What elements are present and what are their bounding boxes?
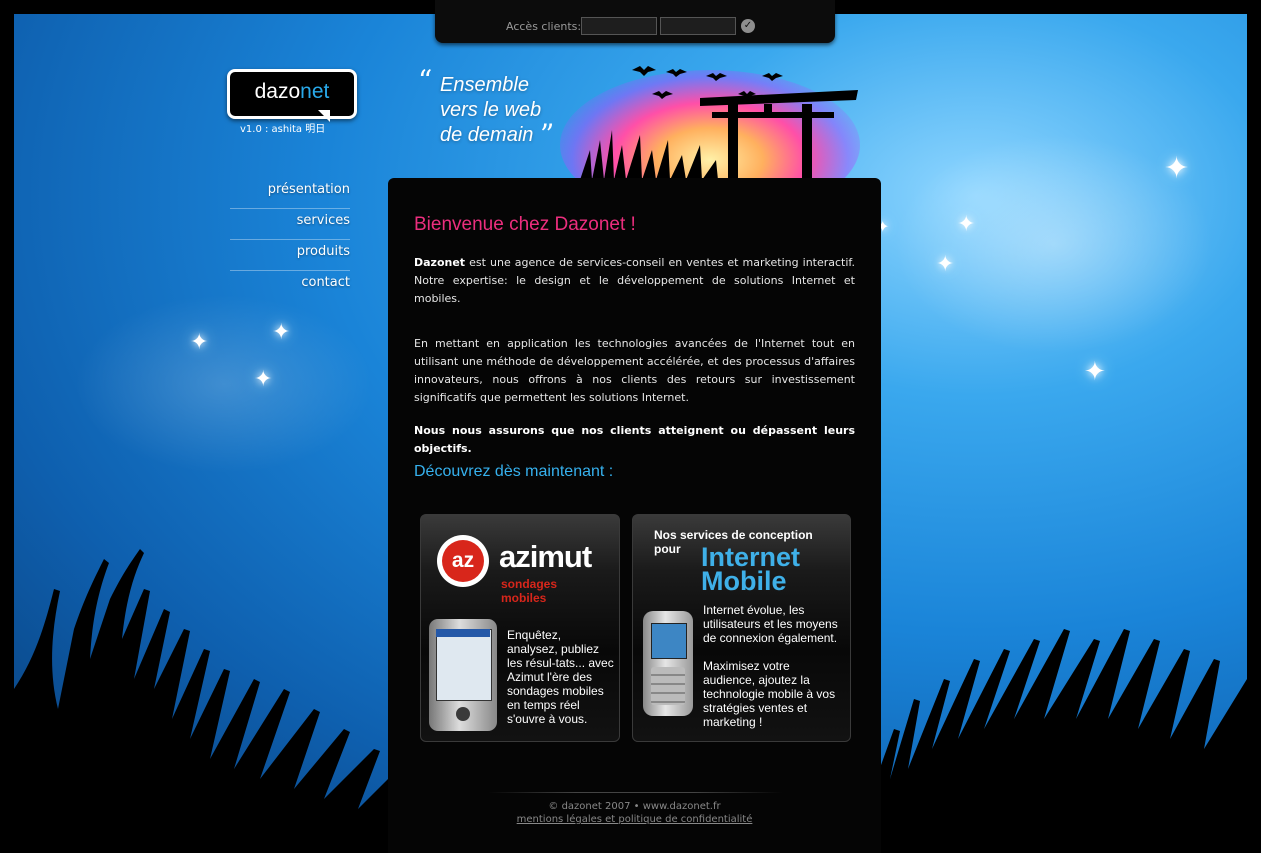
nav-item-contact[interactable]: contact xyxy=(230,271,350,301)
azimut-promo-banner[interactable]: az azimut sondages mobiles Enquêtez, ana… xyxy=(420,514,620,742)
page-title: Bienvenue chez Dazonet ! xyxy=(414,214,636,235)
nav-item-services[interactable]: services xyxy=(230,209,350,240)
azimut-subtitle-line-1: sondages xyxy=(501,577,558,591)
star-icon: ✦ xyxy=(254,367,273,392)
internet-mobile-title: Internet Mobile xyxy=(701,544,800,596)
mobile-promo-text-1: Internet évolue, les utilisateurs et les… xyxy=(703,603,838,645)
sky-glow xyxy=(74,294,374,474)
azimut-description: Enquêtez, analysez, publiez les résul-ta… xyxy=(507,628,614,726)
intro-paragraph: Dazonet est une agence de services-conse… xyxy=(414,254,855,308)
footer-copyright: © dazonet 2007 • www.dazonet.fr xyxy=(548,801,721,812)
content-panel: Bienvenue chez Dazonet ! Dazonet est une… xyxy=(388,178,881,853)
mobile-phone-image xyxy=(643,611,693,716)
pda-button xyxy=(456,707,470,721)
commitment-paragraph: Nous nous assurons que nos clients attei… xyxy=(414,424,855,455)
legal-link[interactable]: mentions légales et politique de confide… xyxy=(388,814,881,825)
pda-title-bar xyxy=(436,629,490,637)
azimut-subtitle-line-2: mobiles xyxy=(501,591,547,605)
phone-keypad xyxy=(651,667,685,705)
intro-text: est une agence de services-conseil en ve… xyxy=(414,256,855,305)
footer-divider xyxy=(488,792,782,793)
discover-heading: Découvrez dès maintenant : xyxy=(414,463,614,480)
star-icon: ✦ xyxy=(272,320,291,345)
brand-name: Dazonet xyxy=(414,256,466,269)
star-icon: ✦ xyxy=(1084,357,1106,387)
internet-mobile-title-line-2: Mobile xyxy=(701,566,787,596)
azimut-subtitle: sondages mobiles xyxy=(501,577,557,605)
azimut-logo-letters: az xyxy=(442,540,484,582)
mobile-promo-heading-line-1: Nos services de conception xyxy=(654,528,813,542)
pda-screen xyxy=(436,629,492,701)
phone-screen xyxy=(651,623,687,659)
star-icon: ✦ xyxy=(190,330,209,355)
mobile-promo-text-2: Maximisez votre audience, ajoutez la tec… xyxy=(703,659,836,729)
star-icon: ✦ xyxy=(957,212,976,237)
star-icon: ✦ xyxy=(936,252,955,277)
method-paragraph: En mettant en application les technologi… xyxy=(414,337,855,404)
pda-device-image xyxy=(429,619,497,731)
azimut-name: azimut xyxy=(499,539,592,574)
torii-gate-illustration xyxy=(580,66,858,184)
nav-item-produits[interactable]: produits xyxy=(230,240,350,271)
azimut-logo: az xyxy=(437,535,489,587)
internet-mobile-promo-banner[interactable]: Nos services de conception pour Internet… xyxy=(632,514,851,742)
